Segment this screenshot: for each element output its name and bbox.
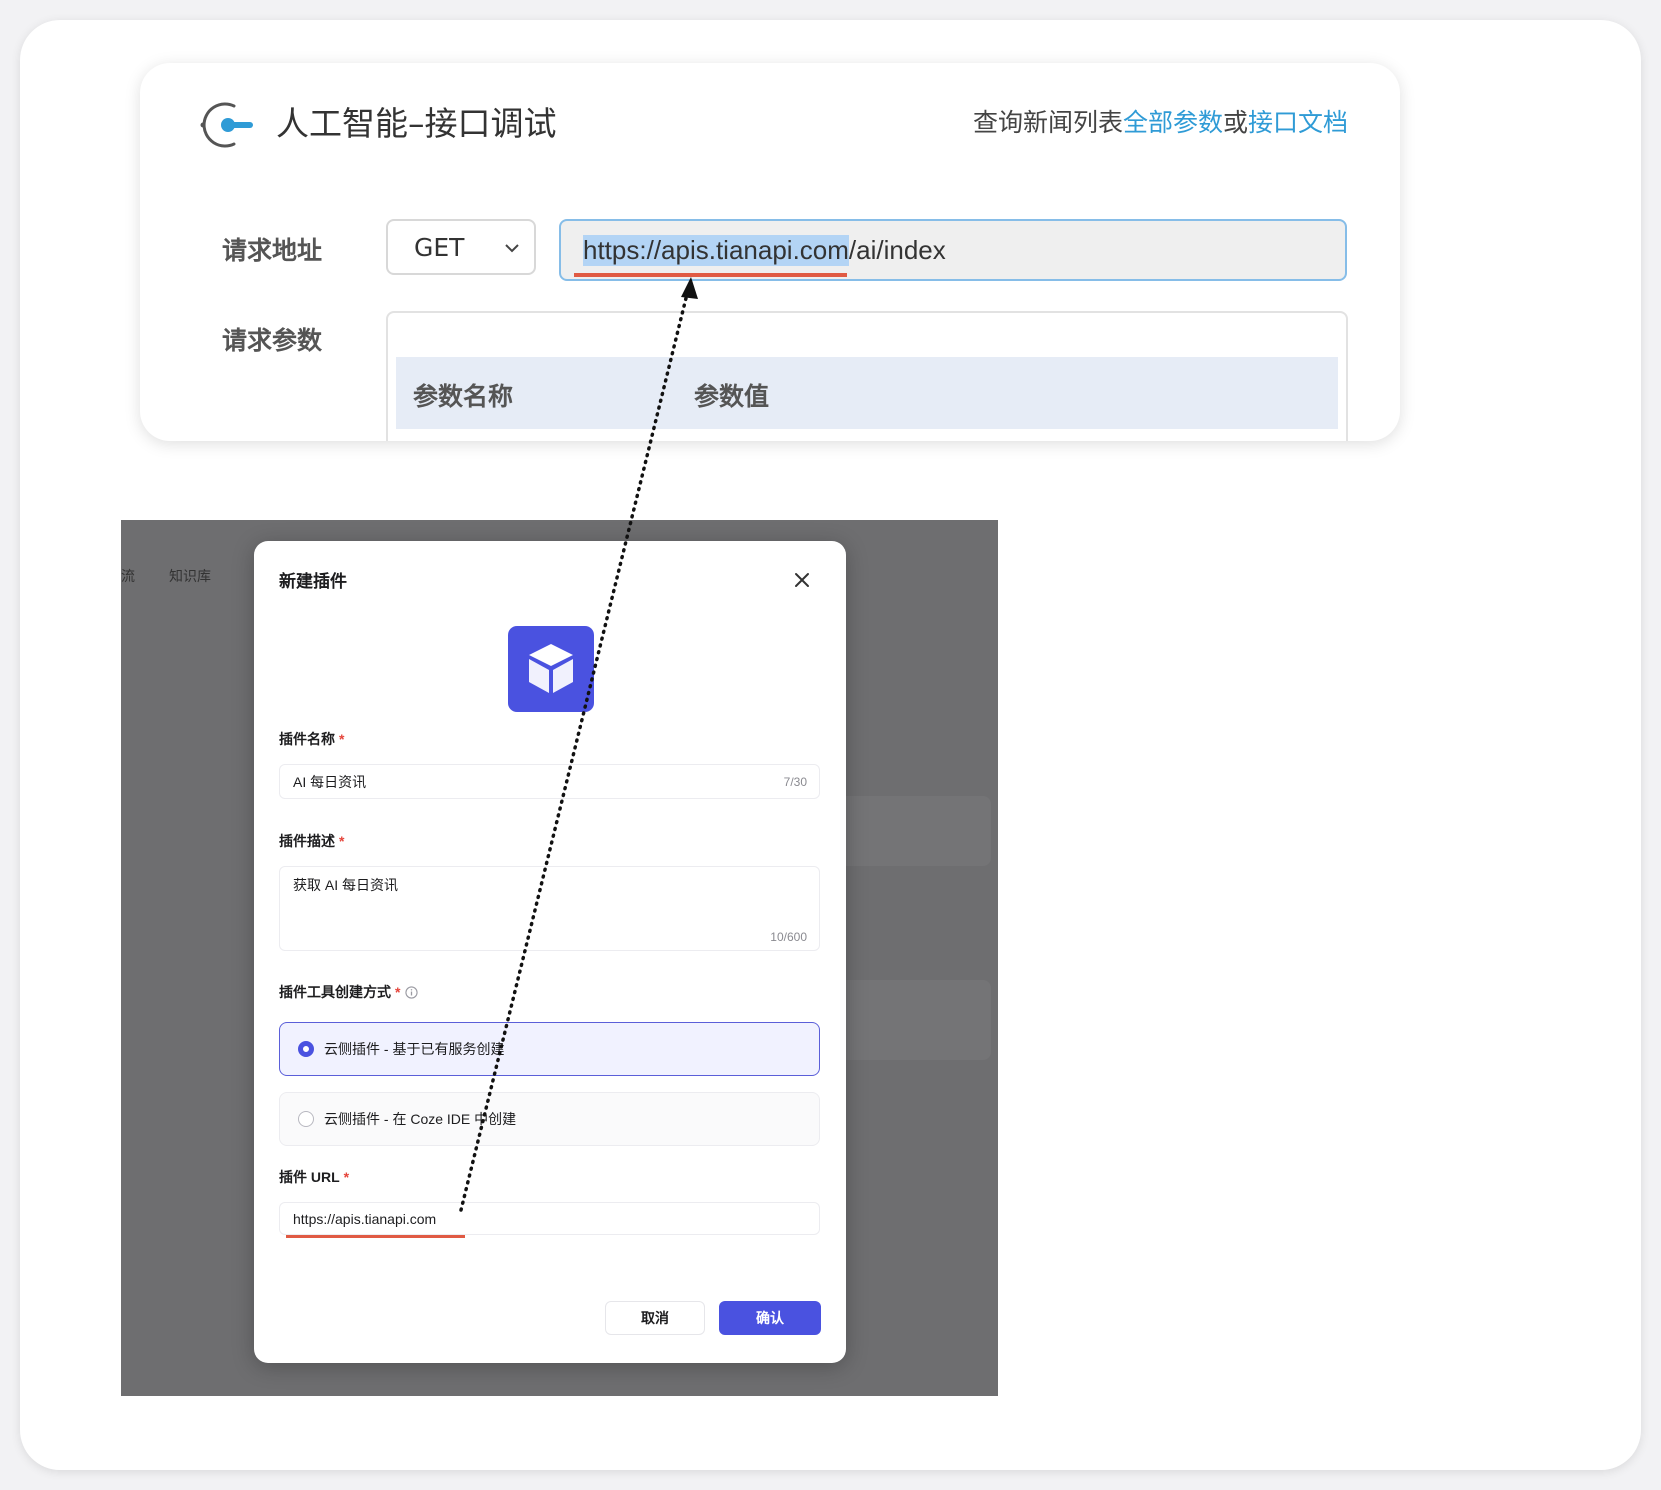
required-mark: * [339,731,345,747]
info-icon[interactable] [405,986,419,999]
cube-icon [529,644,573,693]
plugin-desc-label: 插件描述 * [279,831,344,851]
plugin-name-label: 插件名称 * [279,729,344,749]
radio-option-label: 云侧插件 - 在 Coze IDE 中创建 [324,1111,517,1127]
plugin-url-label: 插件 URL * [279,1167,349,1187]
confirm-button[interactable]: 确认 [719,1301,821,1335]
radio-option-coze-ide[interactable]: 云侧插件 - 在 Coze IDE 中创建 [279,1092,820,1146]
request-params-label: 请求参数 [222,326,323,355]
links-or-text: 或 [1222,108,1248,137]
url-highlight-underline [574,273,847,277]
dialog-title: 新建插件 [279,572,347,591]
required-mark: * [395,984,401,1000]
api-docs-link[interactable]: 接口文档 [1248,108,1348,137]
url-path-text: /ai/index [848,234,946,265]
required-mark: * [343,1169,350,1185]
plugin-desc-textarea[interactable]: 获取 AI 每日资讯 10/600 [279,866,820,951]
bg-nav-item-workflow[interactable]: 流 [121,566,135,586]
radio-option-existing-service[interactable]: 云侧插件 - 基于已有服务创建 [279,1022,820,1076]
params-table: 参数名称 参数值 [386,311,1348,441]
required-mark: * [339,833,345,849]
params-table-header: 参数名称 参数值 [396,357,1338,429]
param-value-header: 参数值 [694,382,770,411]
api-header-links: 查询新闻列表全部参数或接口文档 [973,103,1348,143]
chevron-down-icon [505,244,519,253]
all-params-link[interactable]: 全部参数 [1123,108,1223,137]
plugin-url-value: https://apis.tianapi.com [293,1210,437,1227]
request-url-input[interactable]: https://apis.tianapi.com/ai/index [559,219,1347,281]
param-name-header: 参数名称 [413,382,514,411]
url-selected-text: https://apis.tianapi.com [583,234,849,266]
new-plugin-dialog: 新建插件 插件名称 * AI 每日资讯 7/30 插件描述 * 获取 AI 每日资讯… [254,541,846,1363]
plugin-desc-value: 获取 AI 每日资讯 [293,877,399,893]
api-page-title: 人工智能–接口调试 [276,104,557,143]
creation-method-label: 插件工具创建方式 * [279,982,419,1002]
http-method-value: GET [414,232,465,262]
plugin-desc-counter: 10/600 [770,930,807,944]
links-prefix-text: 查询新闻列表 [972,108,1123,137]
bg-nav-item-knowledge[interactable]: 知识库 [169,566,211,586]
plugin-name-label-text: 插件名称 [279,731,335,747]
plugin-url-highlight-underline [286,1235,465,1238]
creation-method-label-text: 插件工具创建方式 [279,984,391,1000]
plugin-name-counter: 7/30 [783,775,807,789]
bg-card [821,980,991,1060]
close-icon[interactable] [793,571,811,589]
plugin-name-value: AI 每日资讯 [293,773,367,790]
api-logo-icon [200,102,253,148]
plugin-avatar[interactable] [508,626,594,712]
api-debug-card: 人工智能–接口调试 查询新闻列表全部参数或接口文档 请求地址 GET https… [140,63,1400,441]
bg-card [821,796,991,866]
plugin-url-input[interactable]: https://apis.tianapi.com [279,1202,820,1235]
radio-checked-icon [298,1041,314,1057]
cancel-button[interactable]: 取消 [605,1301,705,1335]
plugin-desc-label-text: 插件描述 [279,833,335,849]
plugin-name-input[interactable]: AI 每日资讯 7/30 [279,764,820,799]
request-address-label: 请求地址 [222,236,323,265]
plugin-url-label-text: 插件 URL [279,1169,340,1185]
radio-option-label: 云侧插件 - 基于已有服务创建 [324,1041,505,1057]
http-method-select[interactable]: GET [386,219,536,275]
radio-unchecked-icon [298,1111,314,1127]
